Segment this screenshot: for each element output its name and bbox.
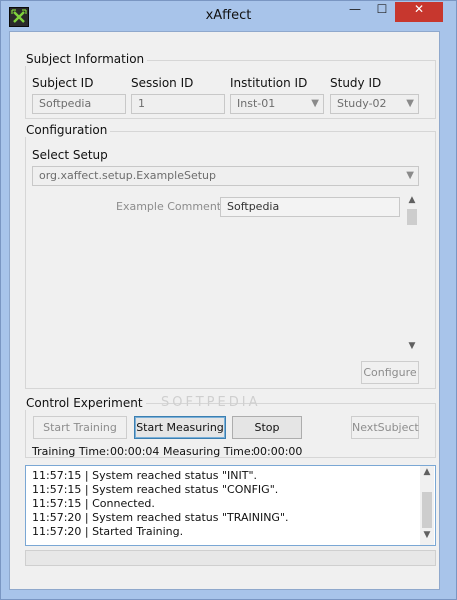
config-scrollbar[interactable]: ▲ ▼ [405, 195, 419, 354]
scroll-down-icon[interactable]: ▼ [420, 530, 434, 540]
scroll-thumb[interactable] [422, 492, 432, 528]
configure-button[interactable]: Configure [361, 361, 419, 384]
log-line: 11:57:20 | Started Training. [32, 525, 184, 538]
log-line: 11:57:20 | System reached status "TRAINI… [32, 511, 289, 524]
configuration-title: Configuration [23, 123, 111, 137]
log-line: 11:57:15 | System reached status "INIT". [32, 469, 258, 482]
scroll-thumb[interactable] [407, 209, 417, 225]
title-bar[interactable]: xAffect — ☐ ✕ [1, 1, 456, 31]
study-id-value: Study-02 [337, 97, 387, 110]
measuring-time-label: Measuring Time: [163, 445, 255, 458]
start-measuring-button[interactable]: Start Measuring [134, 416, 226, 439]
next-subject-button[interactable]: NextSubject [351, 416, 419, 439]
subject-id-label: Subject ID [32, 76, 94, 90]
close-button[interactable]: ✕ [395, 2, 443, 22]
institution-id-select[interactable]: Inst-01 ▼ [230, 94, 324, 114]
chevron-down-icon: ▼ [406, 170, 414, 181]
maximize-button[interactable]: ☐ [369, 2, 395, 22]
softpedia-watermark: SOFTPEDIA [161, 395, 261, 410]
session-id-label: Session ID [131, 76, 194, 90]
measuring-time-value: 00:00:00 [253, 445, 303, 458]
training-time-label: Training Time: [32, 445, 110, 458]
minimize-button[interactable]: — [342, 2, 368, 22]
app-window: xAffect — ☐ ✕ Subject Information Subjec… [0, 0, 457, 600]
control-experiment-title: Control Experiment [23, 396, 146, 410]
example-comment-label: Example Comment: [116, 200, 225, 213]
scroll-up-icon[interactable]: ▲ [420, 467, 434, 477]
select-setup-label: Select Setup [32, 148, 108, 162]
study-id-select[interactable]: Study-02 ▼ [330, 94, 419, 114]
status-bar [25, 550, 436, 566]
log-scrollbar[interactable]: ▲ ▼ [420, 466, 434, 545]
log-line: 11:57:15 | Connected. [32, 497, 155, 510]
stop-button[interactable]: Stop [232, 416, 302, 439]
example-comment-field[interactable]: Softpedia [220, 197, 400, 217]
scroll-up-icon[interactable]: ▲ [405, 195, 419, 205]
study-id-label: Study ID [330, 76, 382, 90]
client-area: Subject Information Subject ID Session I… [9, 31, 440, 590]
session-id-field[interactable]: 1 [131, 94, 225, 114]
log-line: 11:57:15 | System reached status "CONFIG… [32, 483, 279, 496]
scroll-down-icon[interactable]: ▼ [405, 341, 419, 351]
institution-id-value: Inst-01 [237, 97, 276, 110]
training-time-value: 00:00:04 [110, 445, 160, 458]
setup-select[interactable]: org.xaffect.setup.ExampleSetup ▼ [32, 166, 419, 186]
subject-information-title: Subject Information [23, 52, 148, 66]
subject-id-field[interactable]: Softpedia [32, 94, 126, 114]
chevron-down-icon: ▼ [311, 98, 319, 109]
institution-id-label: Institution ID [230, 76, 308, 90]
log-text-area[interactable]: 11:57:15 | System reached status "INIT".… [25, 465, 436, 546]
chevron-down-icon: ▼ [406, 98, 414, 109]
setup-value: org.xaffect.setup.ExampleSetup [39, 169, 216, 182]
start-training-button[interactable]: Start Training [33, 416, 127, 439]
